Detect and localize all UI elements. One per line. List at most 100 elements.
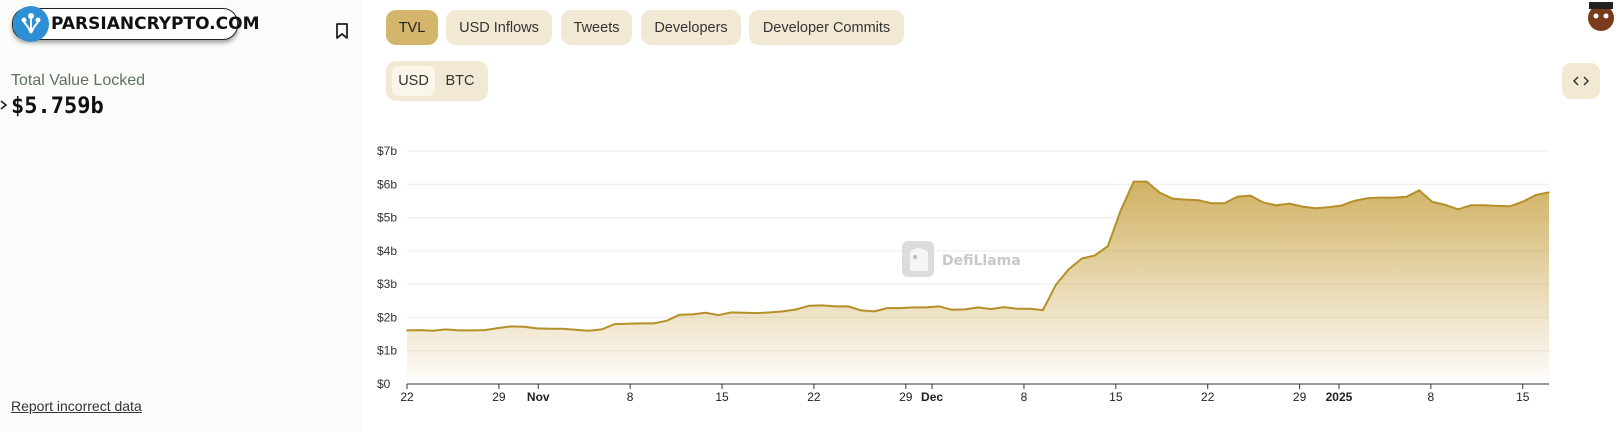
x-tick-label: 22 (400, 390, 414, 404)
tvl-data-point (419, 329, 421, 331)
tvl-data-point (1535, 194, 1537, 196)
x-tick-label: 15 (1109, 390, 1123, 404)
tvl-data-point (523, 325, 525, 328)
x-tick-label: 22 (807, 390, 821, 404)
chart-watermark-text: DefiLlama (942, 253, 1021, 269)
tvl-data-point (445, 328, 447, 331)
tvl-data-point (1444, 204, 1446, 206)
tvl-data-point (536, 327, 538, 330)
watermark-badge: PARSIANCRYPTO.COM (12, 6, 259, 42)
tvl-data-point (964, 308, 966, 311)
tvl-data-point (1042, 309, 1044, 311)
tvl-data-point (756, 312, 759, 314)
x-tick-label: Nov (527, 390, 550, 404)
x-tick-label: 8 (627, 390, 634, 404)
tvl-data-point (834, 305, 837, 308)
tvl-data-point (549, 327, 551, 330)
tvl-data-point (990, 308, 992, 310)
x-tick-label: 22 (1201, 390, 1215, 404)
y-tick-label: $2b (377, 310, 397, 324)
tab-label: TVL (398, 19, 426, 36)
tvl-data-point (1210, 202, 1213, 205)
x-axis: 22 29 Nov 8 15 22 29 Dec 8 15 22 29 2025 8 15 (400, 384, 1530, 404)
tab-usd-inflows[interactable]: USD Inflows (446, 10, 552, 45)
x-tick-label: 8 (1428, 390, 1435, 404)
bookmark-icon (336, 23, 348, 39)
tvl-data-point (510, 325, 512, 328)
tvl-data-point (704, 312, 707, 314)
tvl-data-point (1327, 206, 1330, 209)
x-tick-label: 8 (1021, 390, 1028, 404)
tvl-data-point (717, 314, 720, 316)
tvl-data-point (1249, 194, 1252, 197)
x-tick-label: 29 (1293, 390, 1307, 404)
tvl-data-point (1301, 205, 1304, 208)
tvl-data-point (1340, 204, 1343, 207)
tab-label: Tweets (573, 19, 620, 36)
x-tick-label: 29 (492, 390, 506, 404)
x-tick-label: 15 (1516, 390, 1530, 404)
tvl-data-point (1055, 284, 1057, 286)
tvl-data-point (574, 328, 577, 331)
tvl-data-point (1003, 306, 1005, 308)
y-tick-label: $6b (377, 177, 397, 191)
y-tick-label: $0 (377, 377, 391, 391)
tvl-data-point (782, 310, 785, 313)
tvl-data-point (1132, 180, 1135, 183)
x-tick-label: Dec (921, 390, 943, 404)
tvl-data-point (1392, 196, 1395, 199)
embed-button[interactable] (1562, 63, 1600, 99)
tab-tweets[interactable]: Tweets (561, 10, 632, 45)
tvl-data-point (691, 313, 694, 316)
defillama-logo-icon (902, 241, 934, 277)
tvl-data-point (795, 308, 798, 311)
report-incorrect-data-link[interactable]: Report incorrect data (11, 398, 142, 414)
tvl-data-point (1236, 195, 1239, 198)
tvl-data-point (561, 327, 564, 330)
tab-developers[interactable]: Developers (641, 10, 741, 45)
tab-developer-commits[interactable]: Developer Commits (749, 10, 904, 45)
bookmark-button[interactable] (334, 22, 350, 40)
tvl-data-point (1184, 198, 1187, 201)
tvl-data-point (613, 323, 616, 325)
tvl-data-point (1145, 180, 1148, 183)
y-tick-label: $7b (377, 144, 397, 158)
tvl-data-point (458, 329, 460, 332)
tvl-data-point (1081, 257, 1083, 260)
tvl-data-point (743, 312, 746, 314)
chevron-right-icon[interactable] (0, 100, 8, 110)
left-panel: PARSIANCRYPTO.COM Total Value Locked $5.… (0, 0, 362, 432)
avatar[interactable] (1583, 0, 1618, 32)
tab-tvl[interactable]: TVL (386, 10, 438, 45)
tvl-data-point (1262, 201, 1265, 204)
tab-label: Developers (654, 19, 728, 36)
currency-usd-button[interactable]: USD (392, 66, 435, 96)
x-tick-label: 15 (715, 390, 729, 404)
tvl-data-point (1496, 205, 1498, 207)
tvl-data-point (1107, 245, 1109, 247)
code-embed-icon (1573, 76, 1589, 86)
currency-btc-button[interactable]: BTC (438, 66, 482, 96)
tvl-data-point (938, 305, 940, 308)
tvl-data-point (1275, 204, 1278, 207)
y-tick-label: $5b (377, 211, 397, 225)
y-axis: $0 $1b $2b $3b $4b $5b $6b $7b (377, 144, 397, 391)
x-tick-label: 29 (899, 390, 913, 404)
tvl-data-point (808, 305, 811, 307)
tvl-data-point (977, 306, 979, 309)
y-tick-label: $4b (377, 244, 397, 258)
tvl-data-point (432, 329, 434, 332)
tvl-data-point (1068, 268, 1070, 270)
tvl-data-point (626, 323, 629, 325)
tvl-data-point (912, 306, 914, 309)
tvl-data-point (1288, 202, 1291, 205)
tvl-data-point (1483, 204, 1485, 207)
tvl-data-point (1431, 201, 1433, 203)
parsiancrypto-logo-icon (13, 6, 49, 42)
tvl-data-point (1029, 308, 1031, 310)
tvl-area (407, 181, 1549, 384)
tvl-data-point (1353, 200, 1356, 202)
y-tick-label: $3b (377, 277, 397, 291)
x-tick-label: 2025 (1326, 390, 1353, 404)
tvl-data-point (1158, 191, 1161, 194)
